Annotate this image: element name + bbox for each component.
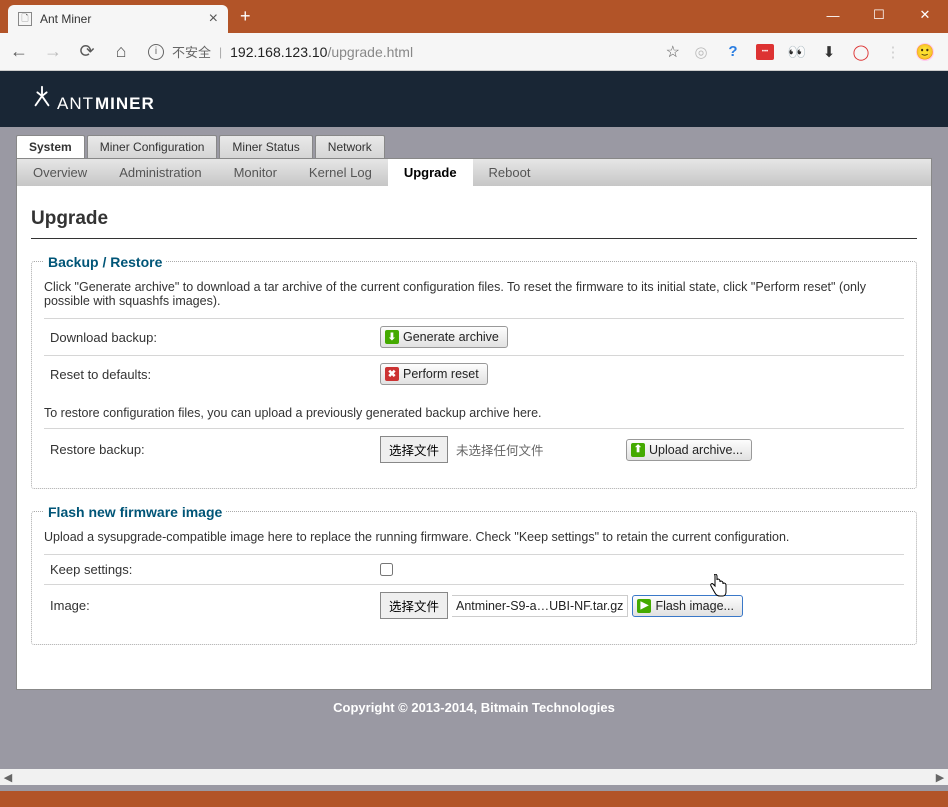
upload-archive-label: Upload archive... [649, 443, 743, 457]
tab-title: Ant Miner [40, 12, 91, 26]
sub-tabs: Overview Administration Monitor Kernel L… [16, 158, 932, 186]
download-icon[interactable]: ⬇ [820, 43, 838, 61]
maximize-button[interactable]: ☐ [856, 0, 902, 30]
image-choose-file-button[interactable]: 选择文件 [380, 592, 448, 619]
tab-miner-status[interactable]: Miner Status [219, 135, 312, 158]
window-controls: — ☐ ✕ [810, 0, 948, 30]
security-warning: 不安全 [172, 42, 211, 61]
favicon: 🗋 [18, 12, 32, 26]
home-button[interactable]: ⌂ [110, 41, 132, 63]
new-tab-button[interactable]: + [240, 0, 251, 33]
extension-icons: ◎ ? ••• 👀 ⬇ ◯ ⋮ 🙂 [692, 43, 940, 61]
ext-ic-2[interactable]: ••• [756, 44, 774, 60]
keep-settings-checkbox[interactable] [380, 563, 393, 576]
flash-image-button[interactable]: ▶ Flash image... [632, 595, 743, 617]
scroll-right-arrow[interactable]: ▶ [932, 771, 948, 784]
image-label: Image: [50, 598, 380, 613]
download-backup-label: Download backup: [50, 330, 380, 345]
reset-icon: ✖ [385, 367, 399, 381]
upload-archive-button[interactable]: ⬆ Upload archive... [626, 439, 752, 461]
row-reset-defaults: Reset to defaults: ✖ Perform reset [44, 355, 904, 392]
close-tab-icon[interactable]: × [209, 10, 218, 28]
footer-copyright: Copyright © 2013-2014, Bitmain Technolog… [0, 690, 948, 715]
window-titlebar: 🗋 Ant Miner × + — ☐ ✕ [0, 0, 948, 33]
flash-image-label: Flash image... [655, 599, 734, 613]
restore-choose-file-button[interactable]: 选择文件 [380, 436, 448, 463]
legend-flash: Flash new firmware image [44, 504, 226, 520]
url-host: 192.168.123.10 [230, 44, 327, 60]
subtab-monitor[interactable]: Monitor [218, 159, 293, 186]
browser-tab-active[interactable]: 🗋 Ant Miner × [8, 5, 228, 33]
generate-archive-button[interactable]: ⬇ Generate archive [380, 326, 508, 348]
keep-settings-label: Keep settings: [50, 562, 380, 577]
download-icon: ⬇ [385, 330, 399, 344]
restore-backup-label: Restore backup: [50, 442, 380, 457]
row-restore-backup: Restore backup: 选择文件 未选择任何文件 ⬆ Upload arc… [44, 428, 904, 470]
subtab-administration[interactable]: Administration [103, 159, 217, 186]
reset-defaults-label: Reset to defaults: [50, 367, 380, 382]
logo-text-b: MINER [95, 94, 155, 114]
generate-archive-label: Generate archive [403, 330, 499, 344]
logo-text-a: ANT [57, 94, 94, 114]
minimize-button[interactable]: — [810, 0, 856, 30]
backup-desc: Click "Generate archive" to download a t… [44, 280, 904, 308]
fieldset-flash: Flash new firmware image Upload a sysupg… [31, 511, 917, 645]
ext-ic-1[interactable]: ◎ [692, 43, 710, 61]
content-container: System Miner Configuration Miner Status … [0, 127, 948, 690]
subtab-kernel-log[interactable]: Kernel Log [293, 159, 388, 186]
perform-reset-button[interactable]: ✖ Perform reset [380, 363, 488, 385]
play-icon: ▶ [637, 599, 651, 613]
subtab-upgrade[interactable]: Upgrade [388, 159, 473, 186]
forward-button[interactable]: → [42, 41, 64, 63]
url-path: /upgrade.html [327, 44, 413, 60]
separator-vert: ⋮ [884, 43, 902, 61]
profile-avatar[interactable]: 🙂 [916, 43, 934, 61]
tab-network[interactable]: Network [315, 135, 385, 158]
image-selected-file: Antminer-S9-a…UBI-NF.tar.gz [452, 595, 628, 617]
back-button[interactable]: ← [8, 41, 30, 63]
flash-desc: Upload a sysupgrade-compatible image her… [44, 530, 904, 544]
logo-mark-icon [28, 85, 56, 109]
fieldset-backup: Backup / Restore Click "Generate archive… [31, 261, 917, 489]
reload-button[interactable]: ⟳ [76, 41, 98, 63]
page-title: Upgrade [31, 202, 917, 239]
row-download-backup: Download backup: ⬇ Generate archive [44, 318, 904, 355]
help-icon[interactable]: ? [724, 43, 742, 61]
tab-system[interactable]: System [16, 135, 85, 158]
ext-ic-3[interactable]: 👀 [788, 43, 806, 61]
bookmark-star-icon[interactable]: ☆ [666, 42, 680, 62]
antminer-logo: ANTMINER [28, 85, 155, 114]
perform-reset-label: Perform reset [403, 367, 479, 381]
address-bar[interactable]: i 不安全 | 192.168.123.10/upgrade.html [144, 42, 654, 61]
url-text: 192.168.123.10/upgrade.html [230, 44, 413, 60]
site-info-icon[interactable]: i [148, 44, 164, 60]
upload-icon: ⬆ [631, 443, 645, 457]
app-header: ANTMINER [0, 71, 948, 127]
separator: | [219, 45, 222, 59]
browser-toolbar: ← → ⟳ ⌂ i 不安全 | 192.168.123.10/upgrade.h… [0, 33, 948, 71]
page-panel: Upgrade Backup / Restore Click "Generate… [16, 186, 932, 690]
main-tabs: System Miner Configuration Miner Status … [16, 135, 932, 158]
restore-no-file-text: 未选择任何文件 [452, 439, 622, 461]
legend-backup: Backup / Restore [44, 254, 166, 270]
restore-desc: To restore configuration files, you can … [44, 406, 904, 420]
horizontal-scrollbar[interactable]: ◀ ▶ [0, 769, 948, 785]
subtab-reboot[interactable]: Reboot [473, 159, 547, 186]
tab-strip: 🗋 Ant Miner × + [0, 0, 251, 33]
scroll-left-arrow[interactable]: ◀ [0, 771, 16, 784]
row-image: Image: 选择文件 Antminer-S9-a…UBI-NF.tar.gz … [44, 584, 904, 626]
page-viewport: ANTMINER System Miner Configuration Mine… [0, 71, 948, 791]
close-window-button[interactable]: ✕ [902, 0, 948, 30]
tab-miner-configuration[interactable]: Miner Configuration [87, 135, 218, 158]
opera-icon[interactable]: ◯ [852, 43, 870, 61]
row-keep-settings: Keep settings: [44, 554, 904, 584]
subtab-overview[interactable]: Overview [17, 159, 103, 186]
